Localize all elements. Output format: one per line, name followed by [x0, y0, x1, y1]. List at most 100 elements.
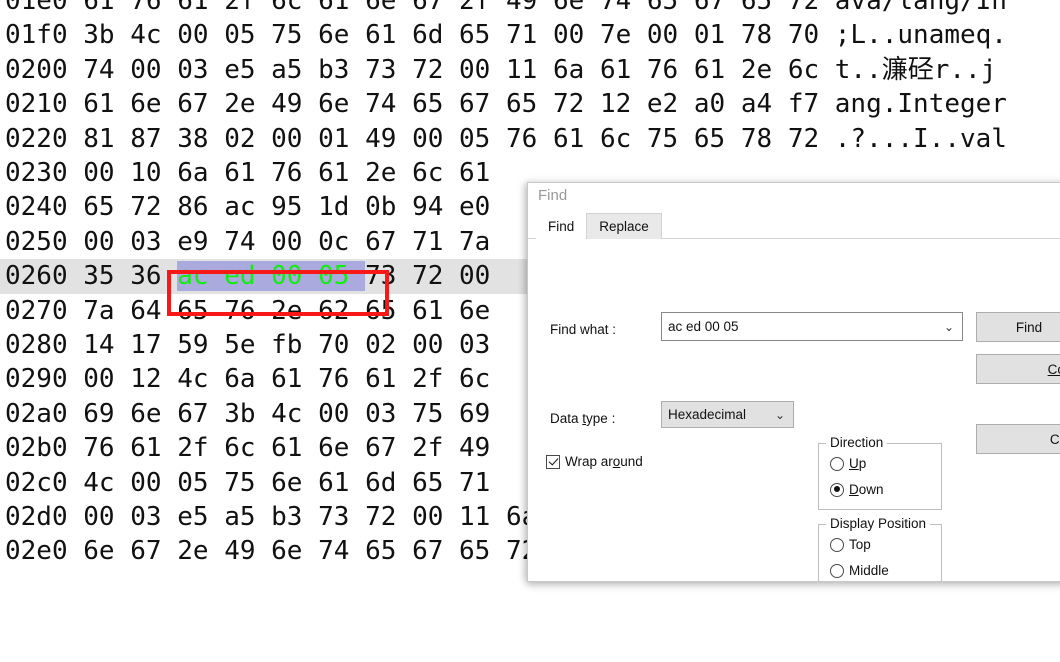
tab-replace[interactable]: Replace	[586, 213, 662, 239]
hex-byte[interactable]: 61	[224, 158, 271, 188]
hex-byte[interactable]: 61	[459, 158, 490, 188]
radio-icon[interactable]	[830, 537, 844, 552]
hex-byte[interactable]: 74	[600, 0, 647, 16]
hex-byte[interactable]: 65	[741, 0, 788, 16]
hex-byte[interactable]: 72	[553, 89, 600, 119]
hex-byte[interactable]: 61	[83, 0, 130, 16]
hex-byte[interactable]: 6e	[553, 0, 600, 16]
hex-byte[interactable]: 61	[271, 364, 318, 394]
hex-byte[interactable]: 03	[130, 227, 177, 257]
hex-byte[interactable]: 03	[459, 330, 490, 360]
hex-byte[interactable]: 67	[365, 227, 412, 257]
hex-byte[interactable]: e9	[177, 227, 224, 257]
hex-byte[interactable]: 6c	[459, 364, 490, 394]
hex-byte[interactable]: 6e	[130, 399, 177, 429]
hex-byte[interactable]: 00	[459, 55, 506, 85]
hex-byte[interactable]: 00	[412, 124, 459, 154]
hex-byte[interactable]: 74	[224, 227, 271, 257]
hex-byte[interactable]: 12	[600, 89, 647, 119]
hex-byte[interactable]: e5	[224, 55, 271, 85]
tab-find[interactable]: Find	[536, 214, 587, 240]
hex-byte[interactable]: 7a	[459, 227, 490, 257]
hex-byte[interactable]: 00	[83, 502, 130, 532]
checkbox-icon[interactable]	[546, 454, 560, 469]
chevron-down-icon[interactable]: ⌄	[775, 409, 785, 421]
hex-byte[interactable]: a4	[741, 89, 788, 119]
hex-byte[interactable]: 00	[130, 468, 177, 498]
hex-byte[interactable]: 6c	[271, 0, 318, 16]
hex-ascii[interactable]: ava/lang/In	[819, 0, 1007, 16]
hex-byte[interactable]: 6e	[83, 536, 130, 566]
hex-byte[interactable]: 6c	[412, 158, 459, 188]
hex-byte[interactable]: 74	[83, 55, 130, 85]
hex-byte[interactable]: 49	[506, 0, 553, 16]
hex-byte[interactable]: e5	[177, 502, 224, 532]
hex-byte[interactable]: 49	[224, 536, 271, 566]
hex-byte[interactable]: 2e	[365, 158, 412, 188]
hex-byte[interactable]: 69	[83, 399, 130, 429]
hex-byte[interactable]: 94	[412, 192, 459, 222]
count-button[interactable]: Cou	[976, 354, 1060, 384]
hex-byte[interactable]: 65	[647, 0, 694, 16]
hex-byte[interactable]: 61	[318, 0, 365, 16]
hex-byte[interactable]: 76	[506, 124, 553, 154]
hex-byte[interactable]: 6e	[271, 536, 318, 566]
hex-byte[interactable]: 00	[271, 261, 319, 292]
hex-byte[interactable]: 6e	[318, 89, 365, 119]
hex-byte[interactable]: 2e	[177, 536, 224, 566]
find-what-input[interactable]: ac ed 00 05 ⌄	[661, 312, 963, 341]
hex-row[interactable]: 01e0 61 76 61 2f 6c 61 6e 67 2f 49 6e 74…	[0, 0, 1060, 18]
hex-byte[interactable]: 2f	[459, 0, 506, 16]
hex-byte[interactable]: 73	[365, 55, 412, 85]
hex-byte[interactable]: 67	[694, 0, 741, 16]
hex-byte[interactable]: 70	[318, 330, 365, 360]
hex-byte[interactable]: 61	[130, 433, 177, 463]
hex-byte[interactable]: 0b	[365, 192, 412, 222]
hex-byte[interactable]: 75	[647, 124, 694, 154]
hex-byte[interactable]: 6c	[788, 55, 819, 85]
hex-byte[interactable]: 3b	[224, 399, 271, 429]
hex-byte[interactable]: 61	[365, 364, 412, 394]
hex-byte[interactable]: a5	[224, 502, 271, 532]
radio-icon[interactable]	[830, 456, 844, 471]
hex-byte[interactable]: 6d	[412, 20, 459, 50]
find-dialog[interactable]: Find Find Replace Find what : ac ed 00 05…	[527, 182, 1060, 582]
hex-byte[interactable]: 87	[130, 124, 177, 154]
hex-byte[interactable]: 10	[130, 158, 177, 188]
hex-byte[interactable]: 61	[318, 158, 365, 188]
hex-byte[interactable]: 61	[365, 20, 412, 50]
hex-row[interactable]: 01f0 3b 4c 00 05 75 6e 61 6d 65 71 00 7e…	[0, 18, 1060, 52]
hex-byte[interactable]: 00	[271, 227, 318, 257]
hex-byte[interactable]: 72	[788, 124, 819, 154]
hex-byte[interactable]: 95	[271, 192, 318, 222]
hex-byte[interactable]: 71	[506, 20, 553, 50]
hex-byte[interactable]: 74	[365, 89, 412, 119]
hex-byte[interactable]: e0	[459, 192, 490, 222]
hex-byte[interactable]: 38	[177, 124, 224, 154]
hex-byte[interactable]: 00	[412, 502, 459, 532]
hex-byte[interactable]: 49	[271, 89, 318, 119]
wrap-around-checkbox[interactable]: Wrap around	[546, 454, 643, 469]
hex-byte[interactable]: 61	[271, 433, 318, 463]
hex-byte[interactable]: 4c	[177, 364, 224, 394]
hex-byte[interactable]: 7e	[600, 20, 647, 50]
hex-byte[interactable]: 6e	[130, 89, 177, 119]
hex-byte[interactable]: 76	[271, 158, 318, 188]
hex-byte[interactable]: 61	[83, 89, 130, 119]
hex-byte[interactable]: 65	[177, 296, 224, 326]
hex-byte[interactable]: b3	[318, 55, 365, 85]
hex-byte[interactable]: 4c	[271, 399, 318, 429]
hex-byte[interactable]: 76	[130, 0, 177, 16]
hex-byte[interactable]: 02	[365, 330, 412, 360]
hex-ascii[interactable]: ang.Integer	[819, 89, 1007, 119]
hex-byte[interactable]: 65	[459, 20, 506, 50]
hex-byte[interactable]: a5	[271, 55, 318, 85]
hex-byte[interactable]: 61	[600, 55, 647, 85]
hex-byte[interactable]: 67	[412, 536, 459, 566]
hex-byte[interactable]: 65	[365, 536, 412, 566]
hex-byte[interactable]: 78	[741, 20, 788, 50]
hex-ascii[interactable]: ;L..unameq.	[819, 20, 1007, 50]
hex-byte[interactable]: 75	[412, 399, 459, 429]
hex-byte[interactable]: 00	[177, 20, 224, 50]
hex-byte[interactable]: 00	[318, 399, 365, 429]
